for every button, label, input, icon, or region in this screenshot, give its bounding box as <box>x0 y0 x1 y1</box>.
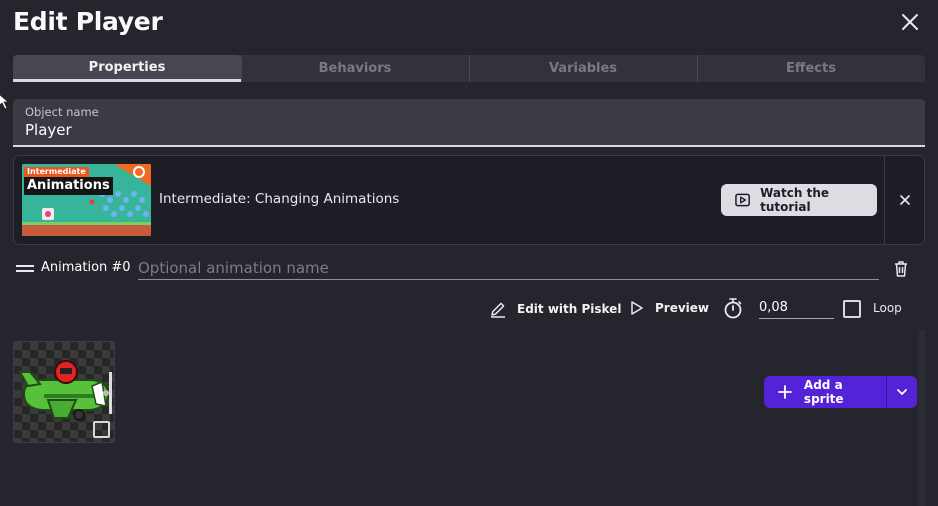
tutorial-banner: Intermediate Animations Intermediate: Ch… <box>13 155 925 245</box>
tab-variables[interactable]: Variables <box>469 55 697 82</box>
tutorial-divider <box>884 156 885 244</box>
tab-effects[interactable]: Effects <box>697 55 925 82</box>
add-sprite-dropdown[interactable] <box>887 376 917 408</box>
object-name-field[interactable]: Object name <box>13 99 925 147</box>
watch-tutorial-label: Watch the tutorial <box>760 186 830 214</box>
loop-label: Loop <box>873 301 902 315</box>
play-icon <box>631 301 643 315</box>
animation-header: Animation #0 <box>16 256 916 284</box>
object-name-input[interactable] <box>25 121 905 139</box>
speed-input[interactable] <box>759 297 834 319</box>
dialog-title: Edit Player <box>13 7 163 36</box>
dismiss-tutorial-icon[interactable] <box>897 192 913 208</box>
thumbnail-level-tag: Intermediate <box>24 167 89 177</box>
scrollbar-track[interactable] <box>918 330 925 506</box>
edit-with-piskel-label: Edit with Piskel <box>517 302 622 316</box>
plus-icon <box>778 385 792 399</box>
sprite-thumbnail[interactable] <box>13 341 115 443</box>
animation-name-input[interactable] <box>138 256 879 280</box>
chevron-down-icon <box>897 389 907 395</box>
pencil-icon <box>491 302 505 318</box>
tutorial-title: Intermediate: Changing Animations <box>159 191 400 207</box>
add-sprite-button[interactable]: Add a sprite <box>764 376 917 408</box>
sprite-select-checkbox[interactable] <box>93 421 110 438</box>
preview-label: Preview <box>655 301 710 315</box>
animation-label: Animation #0 <box>41 260 131 275</box>
edit-with-piskel-button[interactable]: Edit with Piskel <box>489 300 621 318</box>
trash-icon[interactable] <box>892 260 910 278</box>
watch-tutorial-button[interactable]: Watch the tutorial <box>721 184 877 216</box>
loop-checkbox[interactable] <box>843 300 861 318</box>
thumbnail-title: Animations <box>24 177 113 195</box>
drag-handle-icon[interactable] <box>16 264 34 274</box>
animation-toolbar: Edit with Piskel Preview Loop <box>0 295 938 323</box>
play-video-icon <box>735 193 750 207</box>
object-name-label: Object name <box>25 105 99 119</box>
tab-properties[interactable]: Properties <box>13 55 241 82</box>
preview-button[interactable]: Preview <box>629 300 709 316</box>
tutorial-thumbnail[interactable]: Intermediate Animations <box>22 164 151 236</box>
tab-bar: Properties Behaviors Variables Effects <box>13 55 925 82</box>
add-sprite-main[interactable]: Add a sprite <box>764 376 886 408</box>
close-icon[interactable] <box>898 10 922 34</box>
mouse-pointer-icon <box>0 94 9 110</box>
tab-behaviors[interactable]: Behaviors <box>241 55 469 82</box>
add-sprite-label: Add a sprite <box>803 378 844 406</box>
timer-icon <box>724 298 742 319</box>
